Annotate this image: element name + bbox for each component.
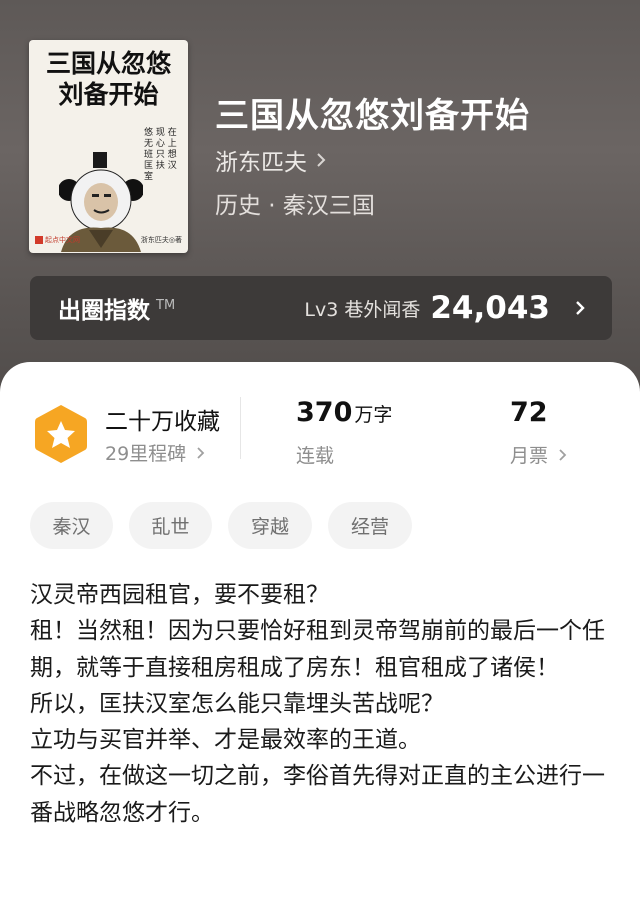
cover-title: 三国从忽悠 刘备开始 (29, 48, 188, 110)
milestone-link[interactable]: 29里程碑 (105, 439, 206, 466)
description-paragraph: 不过，在做这一切之前，李俗首先得对正直的主公进行一番战略忽悠才行。 (30, 763, 605, 826)
cover-author-credit: 浙东匹夫◎著 (140, 236, 182, 244)
collection-title: 二十万收藏 (105, 409, 220, 435)
cover-title-line1: 三国从忽悠 (45, 49, 171, 78)
monthly-votes-label: 月票 (510, 445, 549, 467)
description-paragraph: 立功与买官并举、才是最效率的王道。 (30, 727, 421, 754)
cover-title-line2: 刘备开始 (58, 80, 159, 109)
chevron-right-icon (576, 301, 585, 315)
cover-slogan: 悠 现 在 无 心 上 班 只 想 匡 扶 汉 室 (144, 128, 177, 182)
cover-publisher: 起点中文网 (35, 235, 80, 245)
index-right: Lv3 巷外闻香 24,043 (304, 290, 586, 326)
popularity-index-bar[interactable]: 出圈指数 TM Lv3 巷外闻香 24,043 (30, 276, 612, 340)
word-count-number: 370 (296, 397, 353, 428)
trademark-mark: TM (156, 298, 176, 314)
author-link[interactable]: 浙东匹夫 (215, 143, 327, 177)
chevron-right-icon (197, 446, 205, 459)
chevron-right-icon (559, 448, 567, 461)
serial-status: 连载 (296, 445, 335, 467)
monthly-votes-number: 72 (510, 397, 548, 428)
star-hexagon-icon (35, 405, 87, 463)
index-level: Lv3 巷外闻香 (304, 298, 421, 321)
stat-divider (240, 397, 241, 459)
milestone-text: 29里程碑 (105, 443, 187, 465)
description-paragraph: 所以，匡扶汉室怎么能只靠埋头苦战呢？ (30, 690, 444, 717)
index-label: 出圈指数 TM (58, 291, 175, 325)
index-label-text: 出圈指数 (58, 298, 150, 324)
tag-chip[interactable]: 乱世 (129, 502, 212, 549)
word-count-unit: 万字 (354, 404, 393, 426)
author-name: 浙东匹夫 (215, 150, 307, 176)
word-count: 370 万字 (296, 397, 392, 428)
tag-chip[interactable]: 秦汉 (30, 502, 113, 549)
index-value: 24,043 (430, 290, 550, 326)
tag-chip[interactable]: 穿越 (228, 502, 312, 549)
description-paragraph: 汉灵帝西园租官，要不要租？ (30, 582, 329, 608)
book-genre[interactable]: 历史 · 秦汉三国 (215, 186, 375, 220)
description-paragraph: 租！当然租！因为只要恰好租到灵帝驾崩前的最后一个任期，就等于直接租房租成了房东！… (30, 618, 605, 681)
chevron-right-icon (317, 153, 326, 167)
monthly-votes-link[interactable]: 月票 (510, 441, 568, 468)
book-cover[interactable]: 三国从忽悠 刘备开始 悠 现 在 无 心 上 班 只 想 匡 扶 汉 室 起点中… (29, 40, 188, 253)
tag-chip[interactable]: 经营 (328, 502, 412, 549)
monthly-votes: 72 (510, 397, 548, 428)
book-description: 汉灵帝西园租官，要不要租？ 租！当然租！因为只要恰好租到灵帝驾崩前的最后一个任期… (30, 577, 615, 831)
book-title: 三国从忽悠刘备开始 (215, 96, 530, 136)
